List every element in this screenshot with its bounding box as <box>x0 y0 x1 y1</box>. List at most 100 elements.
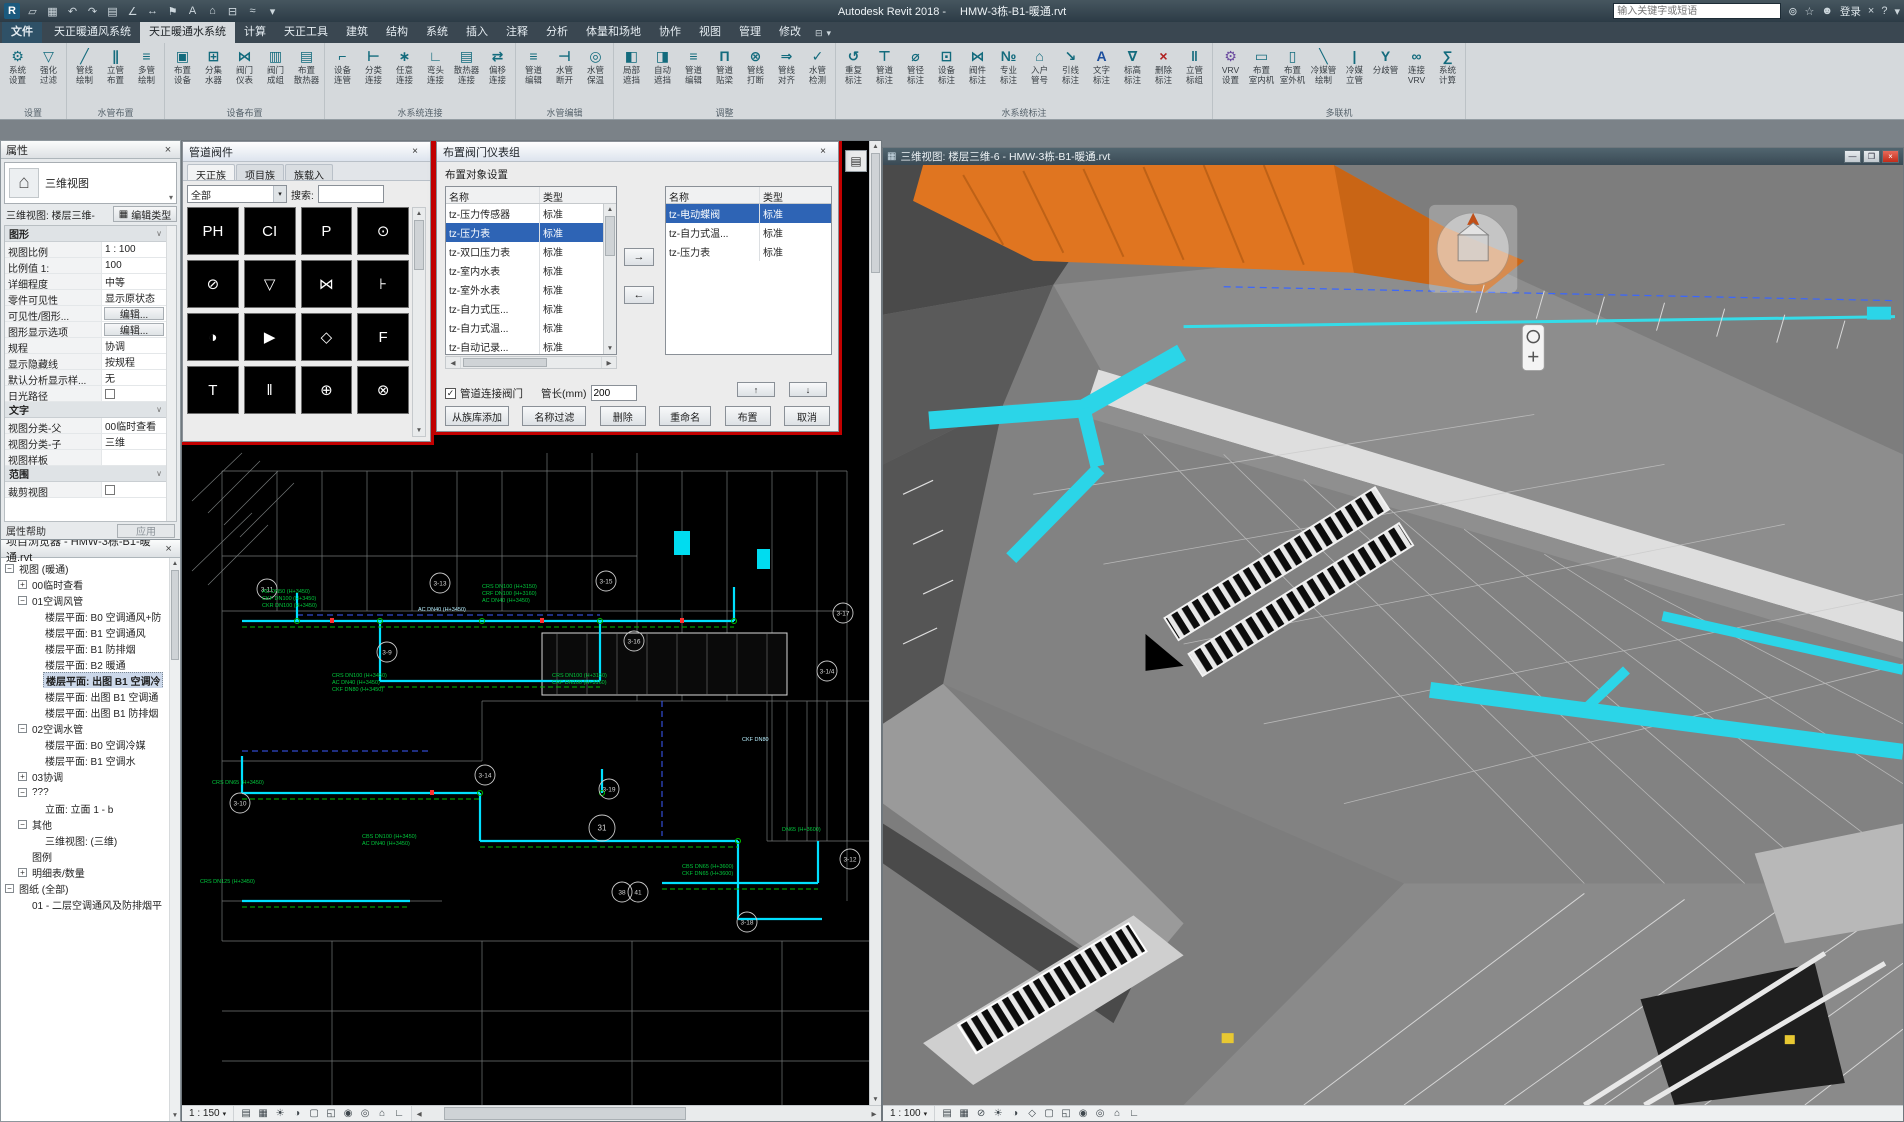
ribbon-button[interactable]: ⊢分类 连接 <box>358 44 389 107</box>
table-row[interactable]: tz-压力传感器标准 <box>446 204 603 223</box>
reveal-hidden-icon[interactable]: ◎ <box>1092 1108 1108 1119</box>
show-crop-icon[interactable]: ◱ <box>323 1108 339 1119</box>
ribbon-button[interactable]: ⋈阀门 仪表 <box>229 44 260 107</box>
minimize-button[interactable]: — <box>1844 150 1861 163</box>
ribbon-button[interactable]: ⌀管径 标注 <box>900 44 931 107</box>
scroll-left-icon[interactable]: ◀ <box>446 357 460 368</box>
tree-expander[interactable]: − <box>18 788 27 797</box>
tree-item[interactable]: 楼层平面: 出图 B1 空调冷 <box>1 672 169 688</box>
sheet-size-icon[interactable]: ▤ <box>238 1108 254 1119</box>
ribbon-button[interactable]: ∑系统 计算 <box>1432 44 1463 107</box>
print-icon[interactable]: ▤ <box>104 3 121 19</box>
ribbon-button[interactable]: ≡多管 绘制 <box>131 44 162 107</box>
ribbon-tab-13[interactable]: 视图 <box>690 20 730 43</box>
tree-item[interactable]: −01空调风管 <box>1 592 169 608</box>
show-crop-icon[interactable]: ◱ <box>1058 1108 1074 1119</box>
ribbon-button[interactable]: ⌐设备 连管 <box>327 44 358 107</box>
scroll-up-icon[interactable]: ▲ <box>870 141 881 152</box>
tree-item[interactable]: +03协调 <box>1 768 169 784</box>
tree-item[interactable]: 楼层平面: B1 空调水 <box>1 752 169 768</box>
section-icon[interactable]: ⊟ <box>224 3 241 19</box>
property-value[interactable]: 100 <box>102 258 166 273</box>
ribbon-button[interactable]: ▯布置 室外机 <box>1277 44 1308 107</box>
dialog-button-4[interactable]: 重命名 <box>659 406 711 426</box>
valve-symbol-t-valve[interactable]: T <box>187 366 239 414</box>
tree-item[interactable]: 楼层平面: 出图 B1 空调通 <box>1 688 169 704</box>
property-value[interactable]: 显示原状态 <box>102 290 166 305</box>
ribbon-button[interactable]: ✓水管 检测 <box>802 44 833 107</box>
ribbon-tab-7[interactable]: 系统 <box>417 20 457 43</box>
ribbon-button[interactable]: ≡管道 编辑 <box>678 44 709 107</box>
hide-isolate-icon[interactable]: ◉ <box>340 1108 356 1119</box>
ribbon-button[interactable]: ×删除 标注 <box>1148 44 1179 107</box>
tree-item[interactable]: −??? <box>1 784 169 800</box>
ribbon-button[interactable]: ▽强化 过滤 <box>33 44 64 107</box>
property-value[interactable] <box>102 386 166 401</box>
ribbon-button[interactable]: ▥阀门 成组 <box>260 44 291 107</box>
scrollbar-thumb[interactable] <box>871 153 880 273</box>
save-icon[interactable]: ▦ <box>44 3 61 19</box>
scale-button[interactable]: 1 : 100 ▾ <box>883 1106 935 1121</box>
column-header-type[interactable]: 类型 <box>760 187 831 203</box>
maximize-button[interactable]: ❒ <box>1863 150 1880 163</box>
column-header-name[interactable]: 名称 <box>666 187 760 203</box>
dialog-tab[interactable]: 项目族 <box>236 164 284 180</box>
sun-path-icon[interactable]: ☀ <box>272 1108 288 1119</box>
tree-expander[interactable]: − <box>18 820 27 829</box>
table-row[interactable]: tz-电动蝶阀标准 <box>666 204 831 223</box>
constraints-icon[interactable]: ∟ <box>391 1108 407 1119</box>
sun-path-icon[interactable]: ☀ <box>990 1108 1006 1119</box>
edit-type-button[interactable]: ▦ 编辑类型 <box>113 206 177 222</box>
browser-scrollbar[interactable]: ▲ ▼ <box>169 558 180 1121</box>
dialog-button-6[interactable]: 取消 <box>784 406 830 426</box>
tree-item[interactable]: −02空调水管 <box>1 720 169 736</box>
tree-item[interactable]: −其他 <box>1 816 169 832</box>
lock-icon[interactable]: ⊘ <box>973 1108 989 1119</box>
tree-expander[interactable]: − <box>18 596 27 605</box>
ribbon-button[interactable]: ◨自动 遮挡 <box>647 44 678 107</box>
help-icon[interactable]: ? <box>1881 5 1887 18</box>
ribbon-button[interactable]: ∟弯头 连接 <box>420 44 451 107</box>
undo-icon[interactable]: ↶ <box>64 3 81 19</box>
show-model-icon[interactable]: ▦ <box>255 1108 271 1119</box>
checkbox[interactable] <box>105 389 115 399</box>
move-down-button[interactable]: ↓ <box>789 382 827 397</box>
temp-view-icon[interactable]: ⌂ <box>1109 1108 1125 1119</box>
scroll-left-icon[interactable]: ◀ <box>412 1106 426 1121</box>
ribbon-button[interactable]: №专业 标注 <box>993 44 1024 107</box>
properties-help-link[interactable]: 属性帮助 <box>6 523 46 538</box>
ribbon-button[interactable]: ∇标高 标注 <box>1117 44 1148 107</box>
tree-item[interactable]: +明细表/数量 <box>1 864 169 880</box>
property-value[interactable]: 中等 <box>102 274 166 289</box>
property-value[interactable]: 协调 <box>102 338 166 353</box>
navigation-bar[interactable] <box>1522 325 1544 371</box>
panel-toggle-button[interactable]: ▤ <box>845 150 867 172</box>
ribbon-button[interactable]: ╲冷媒管 绘制 <box>1308 44 1339 107</box>
property-value[interactable]: 00临时查看 <box>102 418 166 433</box>
ribbon-button[interactable]: ⚙系统 设置 <box>2 44 33 107</box>
scrollbar-thumb[interactable] <box>171 570 179 660</box>
valve-symbol-ci-valve[interactable]: CI <box>244 207 296 255</box>
dialog-button-3[interactable]: 删除 <box>600 406 646 426</box>
ribbon-tab-2[interactable]: 天正暖通水系统 <box>140 20 235 43</box>
ribbon-button[interactable]: ∥立管 布置 <box>100 44 131 107</box>
close-icon[interactable]: × <box>1868 5 1874 18</box>
ribbon-button[interactable]: ⚙VRV 设置 <box>1215 44 1246 107</box>
ribbon-button[interactable]: ‖立管 标组 <box>1179 44 1210 107</box>
plan-view-hscrollbar[interactable]: ◀ ▶ <box>411 1106 881 1121</box>
valve-symbol-check-valve[interactable]: ▶ <box>244 313 296 361</box>
table-row[interactable]: tz-室内水表标准 <box>446 261 603 280</box>
tree-expander[interactable]: + <box>18 772 27 781</box>
property-value[interactable]: 无 <box>102 370 166 385</box>
ribbon-button[interactable]: ⌂入户 管号 <box>1024 44 1055 107</box>
ribbon-button[interactable]: ∗任意 连接 <box>389 44 420 107</box>
ribbon-button[interactable]: ⊡设备 标注 <box>931 44 962 107</box>
ribbon-tab-9[interactable]: 注释 <box>497 20 537 43</box>
valve-symbol-riser-valve[interactable]: ‖ <box>244 366 296 414</box>
valve-symbol-thermometer[interactable]: ⊦ <box>357 260 409 308</box>
shadows-icon[interactable]: ◑ <box>1007 1108 1023 1119</box>
ribbon-tab-3[interactable]: 计算 <box>235 20 275 43</box>
scroll-down-icon[interactable]: ▼ <box>413 425 425 436</box>
view-name[interactable]: 三维视图: 楼层三维- <box>4 206 110 222</box>
tree-expander[interactable]: − <box>18 724 27 733</box>
